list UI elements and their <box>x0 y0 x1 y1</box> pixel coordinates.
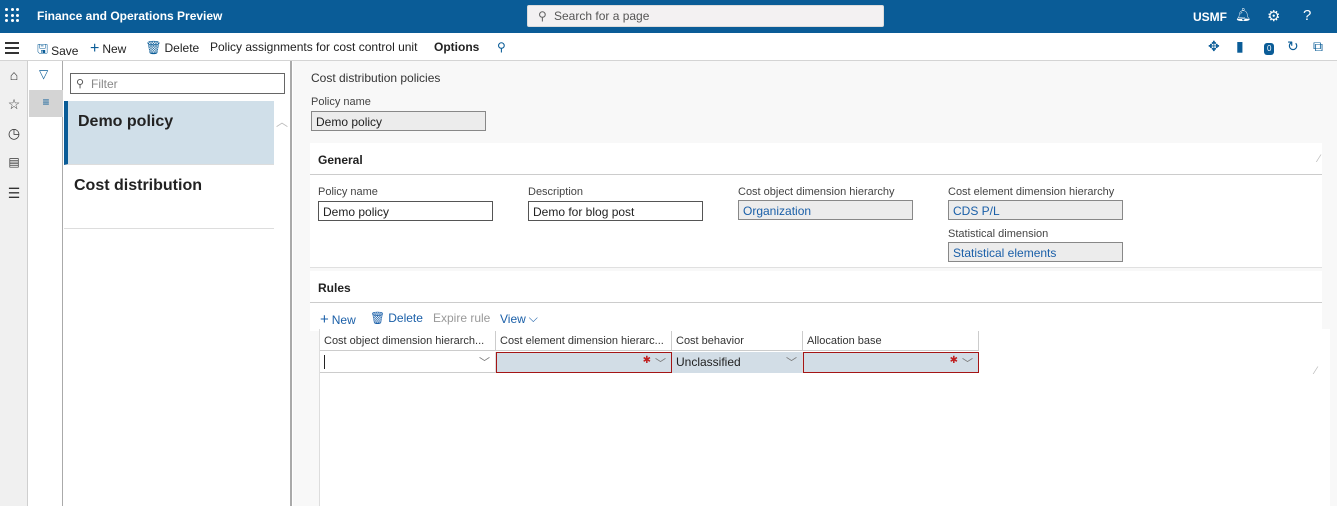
modules-icon[interactable]: ☰ <box>5 185 23 202</box>
help-icon[interactable]: ? <box>1303 7 1311 24</box>
scroll-up-icon[interactable]: ︿ <box>276 113 288 130</box>
delete-button[interactable]: 🗑︎ Delete <box>145 40 199 56</box>
policy-assignments-button[interactable]: Policy assignments for cost control unit <box>210 40 417 54</box>
rules-grid: + New 🗑︎ Delete Expire rule View ⌵ Cost obj… <box>319 311 1330 506</box>
statistical-dimension-label: Statistical dimension <box>948 228 1049 240</box>
general-section-header[interactable]: General <box>310 143 1322 175</box>
clock-icon[interactable]: ◷ <box>5 125 23 142</box>
options-tab[interactable]: Options <box>434 40 479 54</box>
details-pane: Cost distribution policies Policy name D… <box>293 61 1337 506</box>
resize-icon: ⁄ <box>1315 365 1317 377</box>
cost-element-hierarchy-label: Cost element dimension hierarchy <box>948 186 1115 198</box>
cost-element-cell[interactable]: ✱ ﹀ <box>496 352 672 373</box>
view-menu-button[interactable]: View ⌵ <box>500 311 538 326</box>
cost-behavior-cell[interactable]: Unclassified ﹀ <box>672 352 803 373</box>
trash-icon: 🗑︎ <box>370 311 386 325</box>
navigation-rail: ⌂ ☆ ◷ ▤ ☰ <box>0 61 28 506</box>
description-field[interactable]: Demo for blog post <box>528 201 703 221</box>
plus-icon: + <box>90 40 100 57</box>
search-input[interactable]: ⚲ Search for a page <box>527 5 884 27</box>
rules-section-header[interactable]: Rules <box>310 271 1322 303</box>
page-title: Cost distribution policies <box>311 71 441 85</box>
plus-icon: + <box>320 311 329 328</box>
column-header-cost-behavior[interactable]: Cost behavior <box>672 331 803 351</box>
rules-new-button[interactable]: + New <box>320 311 356 328</box>
header-policy-name-label: Policy name <box>311 96 371 108</box>
app-title: Finance and Operations Preview <box>37 9 223 23</box>
expire-rule-button[interactable]: Expire rule <box>433 311 490 325</box>
list-item[interactable]: Demo policy <box>64 101 274 165</box>
description-label: Description <box>528 186 584 198</box>
workspace-icon[interactable]: ▤ <box>5 155 23 169</box>
header-policy-name-field[interactable]: Demo policy <box>311 111 486 131</box>
filter-icon[interactable]: ▽ <box>39 67 48 81</box>
rules-delete-button[interactable]: 🗑︎ Delete <box>370 311 423 325</box>
cost-object-cell[interactable]: ﹀ <box>320 352 496 373</box>
action-pane: 🖫 Save + New 🗑︎ Delete Policy assignments f… <box>0 33 1337 61</box>
hamburger-menu-icon[interactable] <box>5 42 19 57</box>
chevron-down-icon: ﹀ <box>479 357 490 369</box>
waffle-icon[interactable] <box>5 8 19 22</box>
trash-icon: 🗑︎ <box>145 40 162 55</box>
notification-icon[interactable]: 0 <box>1264 38 1275 55</box>
home-icon[interactable]: ⌂ <box>5 67 23 83</box>
statistical-dimension-field[interactable]: Statistical elements <box>948 242 1123 262</box>
bell-icon[interactable]: 🔔︎ <box>1235 7 1252 23</box>
allocation-base-cell[interactable]: ✱ ﹀ <box>803 352 979 373</box>
cost-element-hierarchy-field[interactable]: CDS P/L <box>948 200 1123 220</box>
required-icon: ✱ <box>949 355 958 366</box>
action-search-icon[interactable]: ⚲ <box>497 40 506 54</box>
column-header-cost-element[interactable]: Cost element dimension hierarc... <box>496 331 672 351</box>
policy-name-field[interactable]: Demo policy <box>318 201 493 221</box>
office-icon[interactable]: ▮ <box>1236 38 1244 55</box>
list-item[interactable]: Cost distribution <box>64 165 274 229</box>
filter-input[interactable]: ⚲ Filter <box>70 73 285 94</box>
chevron-down-icon: ﹀ <box>962 358 973 370</box>
list-rail: ▽ ≡ <box>29 61 63 506</box>
list-view-icon[interactable]: ≡ <box>29 90 63 117</box>
text-cursor <box>324 355 325 369</box>
star-icon[interactable]: ☆ <box>5 96 23 113</box>
gear-icon[interactable]: ⚙ <box>1267 7 1280 25</box>
diamond-icon[interactable]: ✥ <box>1208 38 1220 55</box>
chevron-down-icon: ﹀ <box>786 357 797 369</box>
required-icon: ✱ <box>642 355 651 366</box>
cost-object-hierarchy-label: Cost object dimension hierarchy <box>738 186 895 198</box>
save-icon: 🖫 <box>37 41 49 56</box>
resize-icon: ⁄ <box>1318 153 1320 165</box>
list-pane: ⚲ Filter Demo policy Cost distribution ︿ <box>64 61 292 506</box>
refresh-icon[interactable]: ↻ <box>1287 38 1299 55</box>
search-placeholder: Search for a page <box>554 9 650 23</box>
save-button[interactable]: 🖫 Save <box>37 40 78 62</box>
chevron-down-icon: ﹀ <box>655 358 666 370</box>
company-picker[interactable]: USMF <box>1193 10 1227 24</box>
filter-search-icon: ⚲ <box>76 78 85 90</box>
column-header-cost-object[interactable]: Cost object dimension hierarch... <box>320 331 496 351</box>
cost-object-hierarchy-field[interactable]: Organization <box>738 200 913 220</box>
chevron-down-icon: ⌵ <box>528 311 538 325</box>
popout-icon[interactable]: ⧉ <box>1313 38 1323 55</box>
policy-name-label: Policy name <box>318 186 378 198</box>
column-header-allocation-base[interactable]: Allocation base <box>803 331 979 351</box>
search-icon: ⚲ <box>538 9 547 23</box>
top-bar: Finance and Operations Preview ⚲ Search … <box>0 0 1337 33</box>
new-button[interactable]: + New <box>90 40 126 58</box>
